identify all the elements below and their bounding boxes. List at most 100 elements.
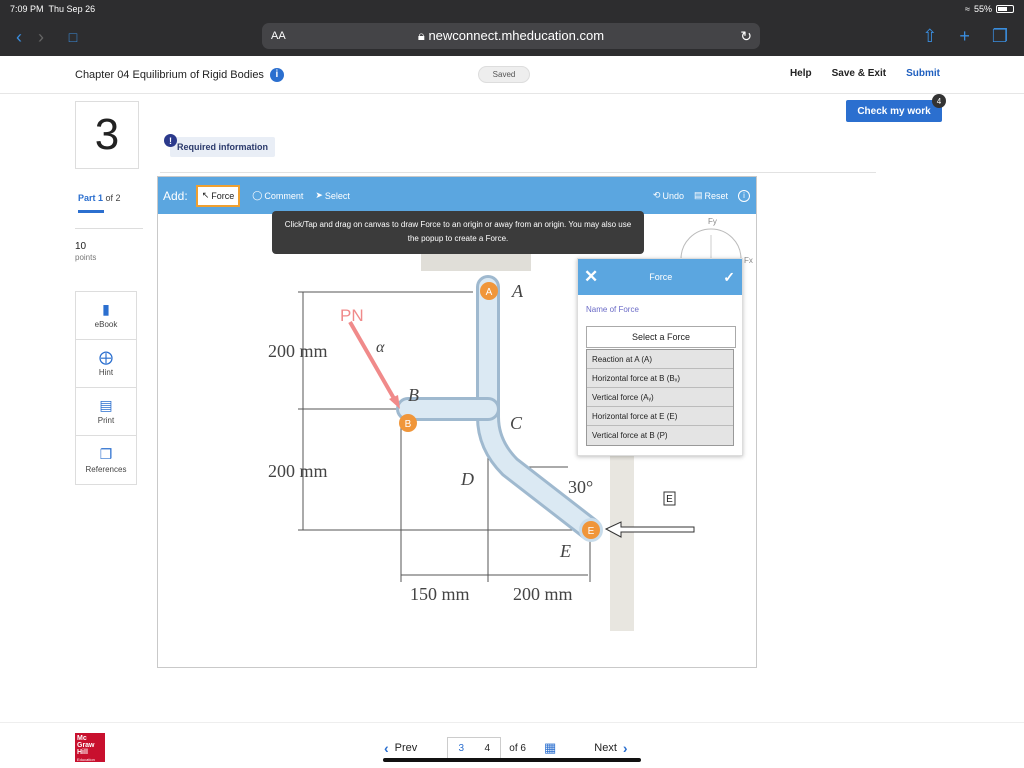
popup-header: ✕ Force ✓ [578,259,742,295]
references-tool[interactable]: ❐ References [76,436,136,484]
share-icon[interactable]: ⇧ [922,26,937,47]
logo-line: Mc [77,735,87,742]
undo-button[interactable]: ⟲ Undo [653,190,684,201]
dim-200-horizontal: 200 mm [513,584,573,604]
reset-label: Reset [704,190,728,201]
label-d: D [460,469,474,489]
label-e: E [559,541,571,561]
header-links: Help Save & Exit Submit [790,68,940,79]
tool-label: eBook [94,320,118,329]
node-b-label: B [405,419,412,430]
label-c: C [510,413,523,433]
status-right: ≈ 55% [965,4,1014,14]
page-current[interactable]: 3 [459,743,465,754]
force-option[interactable]: Horizontal force at B (Bₓ) [587,369,733,388]
label-b: B [408,385,419,405]
drawing-canvas[interactable]: PN α 200 mm 200 mm 150 mm 200 mm A B C D… [157,176,757,668]
required-information-label: Required information [170,137,276,157]
saved-status: Saved [478,66,530,83]
submit-link[interactable]: Submit [906,68,940,79]
printer-icon: ▤ [99,397,113,413]
grid-icon[interactable]: ▦ [544,740,556,756]
tool-label: References [85,464,127,474]
ebook-tool[interactable]: ▮ eBook [76,292,136,340]
page-next[interactable]: 4 [485,743,491,754]
page-selector[interactable]: 3 4 [447,737,502,759]
chevron-left-icon: ‹ [384,740,389,756]
dim-200-lower: 200 mm [268,461,328,481]
undo-label: Undo [662,190,684,201]
tool-label: Hint [98,368,114,377]
chapter-title-text: Chapter 04 Equilibrium of Rigid Bodies [75,68,264,81]
next-label: Next [594,742,617,754]
mcgraw-hill-logo: Mc Graw Hill Education [75,733,105,762]
required-information[interactable]: ! Required information [164,134,276,157]
force-select[interactable]: Select a Force [586,326,736,348]
reader-aa-button[interactable]: AA [271,30,286,42]
points: 10 points [75,241,96,263]
back-icon[interactable]: ‹ [8,27,30,48]
select-tool-button[interactable]: ➤ Select [315,190,350,201]
new-tab-icon[interactable]: + [959,26,970,47]
reset-button[interactable]: ▤ Reset [694,190,728,201]
force-popup: ✕ Force ✓ Name of Force Select a Force R… [577,258,743,456]
force-option[interactable]: Reaction at A (A) [587,350,733,369]
cursor-icon: ➤ [315,190,323,200]
info-icon[interactable]: i [269,67,284,82]
figure-labels: PN α 200 mm 200 mm 150 mm 200 mm A B C D… [268,281,593,604]
footer-divider [0,722,1024,723]
right-wall [610,447,634,631]
label-pn: PN [340,306,364,325]
print-tool[interactable]: ▤ Print [76,388,136,436]
force-option[interactable]: Horizontal force at E (E) [587,407,733,426]
home-indicator [383,758,641,762]
address-bar[interactable]: AA 🔒︎ newconnect.mheducation.com ↻ [262,23,760,49]
battery-icon [996,5,1014,13]
forward-icon[interactable]: › [30,27,52,48]
checkmark-icon[interactable]: ✓ [723,269,735,286]
axis-fx-label: Fx [744,256,753,265]
status-date: Thu Sep 26 [48,4,96,14]
close-icon[interactable]: ✕ [584,267,598,287]
lock-icon: 🔒︎ [417,28,429,43]
next-button[interactable]: Next › [594,740,627,756]
force-option[interactable]: Vertical force at B (P) [587,426,733,445]
force-tool-label: Force [211,190,235,201]
reload-icon[interactable]: ↻ [740,28,752,45]
prev-label: Prev [394,742,418,754]
hint-tool[interactable]: ⨁ Hint [76,340,136,388]
canvas-toolbar: Add: ↖ Force ◯ Comment ➤ Select ⟲ Undo ▤ Rese… [158,177,756,214]
e-box-label: E [666,494,673,505]
divider [160,172,876,173]
comment-tool-button[interactable]: ◯ Comment [252,190,303,201]
tabs-icon[interactable]: ❐ [992,26,1008,47]
check-my-work-button[interactable]: Check my work [846,100,942,122]
alert-icon: ! [164,134,177,147]
save-exit-link[interactable]: Save & Exit [832,68,886,79]
prev-button[interactable]: ‹ Prev [384,740,417,756]
select-tool-label: Select [324,190,350,201]
battery-percent: 55% [973,4,992,14]
lifebuoy-icon: ⨁ [99,349,113,365]
tool-label: Print [97,416,115,425]
force-p-arrow[interactable] [348,321,398,403]
undo-icon: ⟲ [652,190,661,200]
bookmarks-icon[interactable]: □ [62,29,84,45]
url-text: 🔒︎ newconnect.mheducation.com [262,28,760,44]
app-header: Chapter 04 Equilibrium of Rigid Bodies i… [0,56,1024,94]
browser-actions: ⇧ + ❐ [922,26,1008,47]
help-link[interactable]: Help [790,68,812,79]
browser-bar: ‹ › □ AA 🔒︎ newconnect.mheducation.com ↻… [0,18,1024,56]
force-option[interactable]: Vertical force (Aᵧ) [587,388,733,407]
toolbar-right: ⟲ Undo ▤ Reset i [653,189,750,202]
force-tool-button[interactable]: ↖ Force [195,184,241,207]
chapter-title: Chapter 04 Equilibrium of Rigid Bodies i [75,67,284,82]
info-icon[interactable]: i [738,189,750,202]
divider [75,228,143,229]
comment-tool-label: Comment [264,190,304,201]
part-prefix: Part [78,193,99,203]
popup-title: Force [649,272,673,282]
force-e-arrow[interactable] [604,521,695,538]
force-options-list: Reaction at A (A) Horizontal force at B … [586,349,734,446]
comment-icon: ◯ [252,190,263,200]
